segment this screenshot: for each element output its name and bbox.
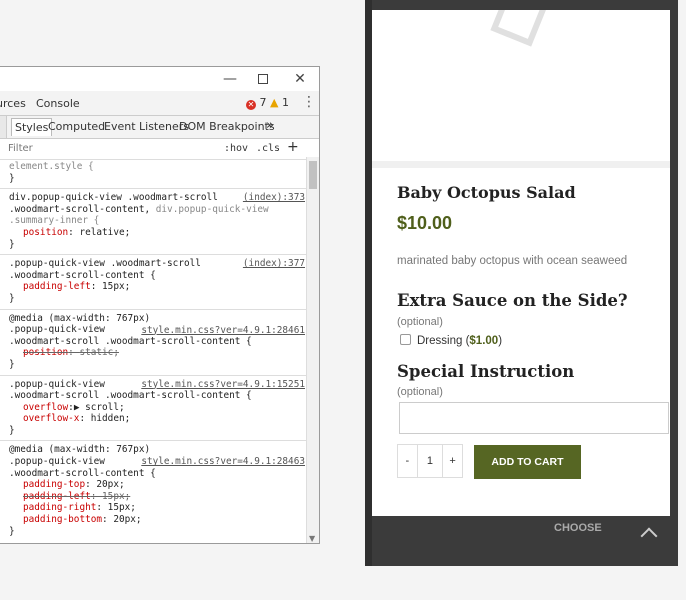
- style-rule: (index):373 div.popup-quick-view .woodma…: [0, 189, 307, 256]
- rule-source-link[interactable]: style.min.css?ver=4.9.1:15251: [141, 379, 305, 391]
- devtools-titlebar: — ✕: [0, 67, 319, 91]
- warning-icon: ▲: [270, 96, 279, 109]
- rule-selector-line: .woodmart-scroll .woodmart-scroll-conten…: [9, 390, 252, 402]
- placeholder-image-icon: [490, 10, 548, 47]
- style-rule: @media (max-width: 767px) style.min.css?…: [0, 310, 307, 376]
- error-icon: ✕: [246, 100, 256, 110]
- special-instruction-input[interactable]: [399, 402, 669, 434]
- rule-declaration-overridden[interactable]: position: static;: [9, 347, 307, 359]
- rule-source-link[interactable]: (index):373: [243, 192, 305, 204]
- minimize-icon[interactable]: —: [220, 69, 240, 89]
- page-background-edge: [365, 0, 372, 566]
- rule-close: }: [9, 358, 15, 370]
- rule-source-link[interactable]: (index):377: [243, 258, 305, 270]
- tab-styles[interactable]: Styles: [11, 118, 53, 136]
- product-description: marinated baby octopus with ocean seawee…: [397, 255, 628, 267]
- style-rules-list: element.style { } (index):373 div.popup-…: [0, 158, 307, 541]
- styles-scrollbar[interactable]: ▼: [306, 157, 319, 543]
- special-instruction-heading: Special Instruction: [397, 362, 575, 381]
- rule-source-link[interactable]: style.min.css?ver=4.9.1:28461: [141, 325, 305, 337]
- rule-declaration[interactable]: padding-bottom: 20px;: [9, 514, 307, 526]
- dressing-label-close: ): [498, 335, 503, 347]
- add-to-cart-button[interactable]: ADD TO CART: [474, 445, 581, 479]
- rule-declaration[interactable]: padding-left: 15px;: [9, 281, 307, 293]
- rule-close: }: [9, 292, 15, 304]
- rule-selector-line: .summary-inner {: [9, 215, 100, 227]
- rule-media-query: @media (max-width: 767px): [9, 312, 151, 324]
- qty-minus-button[interactable]: -: [398, 445, 417, 477]
- dressing-label: Dressing (: [417, 335, 470, 347]
- product-image: [372, 10, 670, 168]
- optional-label: (optional): [397, 316, 443, 328]
- quantity-stepper: - 1 +: [397, 444, 463, 478]
- optional-label: (optional): [397, 386, 443, 398]
- rule-close: }: [9, 238, 15, 250]
- rule-declaration[interactable]: padding-top: 20px;: [9, 479, 307, 491]
- warning-count: 1: [281, 96, 289, 109]
- rule-selector-line: .woodmart-scroll-content {: [9, 269, 156, 281]
- rule-selector: element.style {: [9, 161, 94, 172]
- cls-toggle[interactable]: .cls: [256, 143, 280, 154]
- tab-event-listeners[interactable]: Event Listeners: [104, 120, 189, 133]
- tab-console[interactable]: Console: [36, 97, 80, 110]
- scroll-down-icon[interactable]: ▼: [309, 534, 315, 543]
- style-rule: (index):377 .popup-quick-view .woodmart-…: [0, 255, 307, 310]
- filter-input[interactable]: Filter: [8, 143, 33, 154]
- scrollbar-thumb[interactable]: [309, 161, 317, 189]
- error-warning-counter[interactable]: ✕ 7 ▲ 1: [246, 96, 289, 110]
- style-rule: element.style { }: [0, 158, 307, 190]
- devtools-main-tabs: urces Console ✕ 7 ▲ 1 ⋮: [0, 91, 319, 116]
- new-rule-icon[interactable]: +: [287, 139, 299, 155]
- styles-filter-bar: Filter :hov .cls +: [0, 139, 319, 160]
- dressing-price: $1.00: [469, 335, 499, 347]
- dressing-checkbox[interactable]: [400, 334, 411, 345]
- rule-close: }: [9, 525, 15, 537]
- rule-close: }: [9, 172, 15, 184]
- qty-plus-button[interactable]: +: [443, 445, 462, 477]
- tab-dom-breakpoints[interactable]: DOM Breakpoints: [179, 120, 275, 133]
- qty-input[interactable]: 1: [416, 445, 444, 477]
- rule-selector-line: .woodmart-scroll .woodmart-scroll-conten…: [9, 335, 252, 347]
- styles-subtabs: Styles Computed Event Listeners DOM Brea…: [0, 116, 319, 139]
- choose-button[interactable]: CHOOSE: [554, 522, 602, 534]
- more-tabs-icon[interactable]: »: [266, 118, 274, 133]
- product-title: Baby Octopus Salad: [397, 183, 576, 202]
- more-options-icon[interactable]: ⋮: [302, 94, 316, 110]
- rule-declaration[interactable]: padding-right: 15px;: [9, 502, 307, 514]
- error-count: 7: [259, 96, 267, 109]
- devtools-window: — ✕ urces Console ✕ 7 ▲ 1 ⋮ Styles Compu…: [0, 66, 320, 544]
- rule-declaration[interactable]: overflow-x: hidden;: [9, 413, 307, 425]
- product-price: $10.00: [397, 213, 453, 233]
- maximize-icon[interactable]: [253, 69, 273, 89]
- close-icon[interactable]: ✕: [290, 69, 310, 89]
- extra-sauce-heading: Extra Sauce on the Side?: [397, 291, 628, 310]
- tab-computed[interactable]: Computed: [48, 120, 105, 133]
- rule-declaration[interactable]: position: relative;: [9, 227, 307, 239]
- rule-media-query: @media (max-width: 767px): [9, 444, 151, 456]
- dressing-option[interactable]: Dressing ($1.00): [400, 334, 502, 347]
- style-rule: @media (max-width: 767px) style.min.css?…: [0, 441, 307, 541]
- rule-selector-line: .woodmart-scroll-content {: [9, 467, 156, 479]
- rule-selector-line: .woodmart-scroll-content, div.popup-quic…: [9, 203, 269, 215]
- style-rule: style.min.css?ver=4.9.1:15251 .popup-qui…: [0, 376, 307, 442]
- rule-declaration-overridden[interactable]: padding-left: 15px;: [9, 491, 307, 503]
- rule-close: }: [9, 424, 15, 436]
- tab-sources[interactable]: urces: [0, 97, 26, 110]
- rule-declaration[interactable]: overflow:▶ scroll;: [9, 402, 307, 414]
- rule-source-link[interactable]: style.min.css?ver=4.9.1:28463: [141, 456, 305, 468]
- quick-view-popup: Baby Octopus Salad $10.00 marinated baby…: [372, 10, 670, 516]
- panel-splitter[interactable]: [0, 116, 7, 138]
- hov-toggle[interactable]: :hov: [224, 143, 248, 154]
